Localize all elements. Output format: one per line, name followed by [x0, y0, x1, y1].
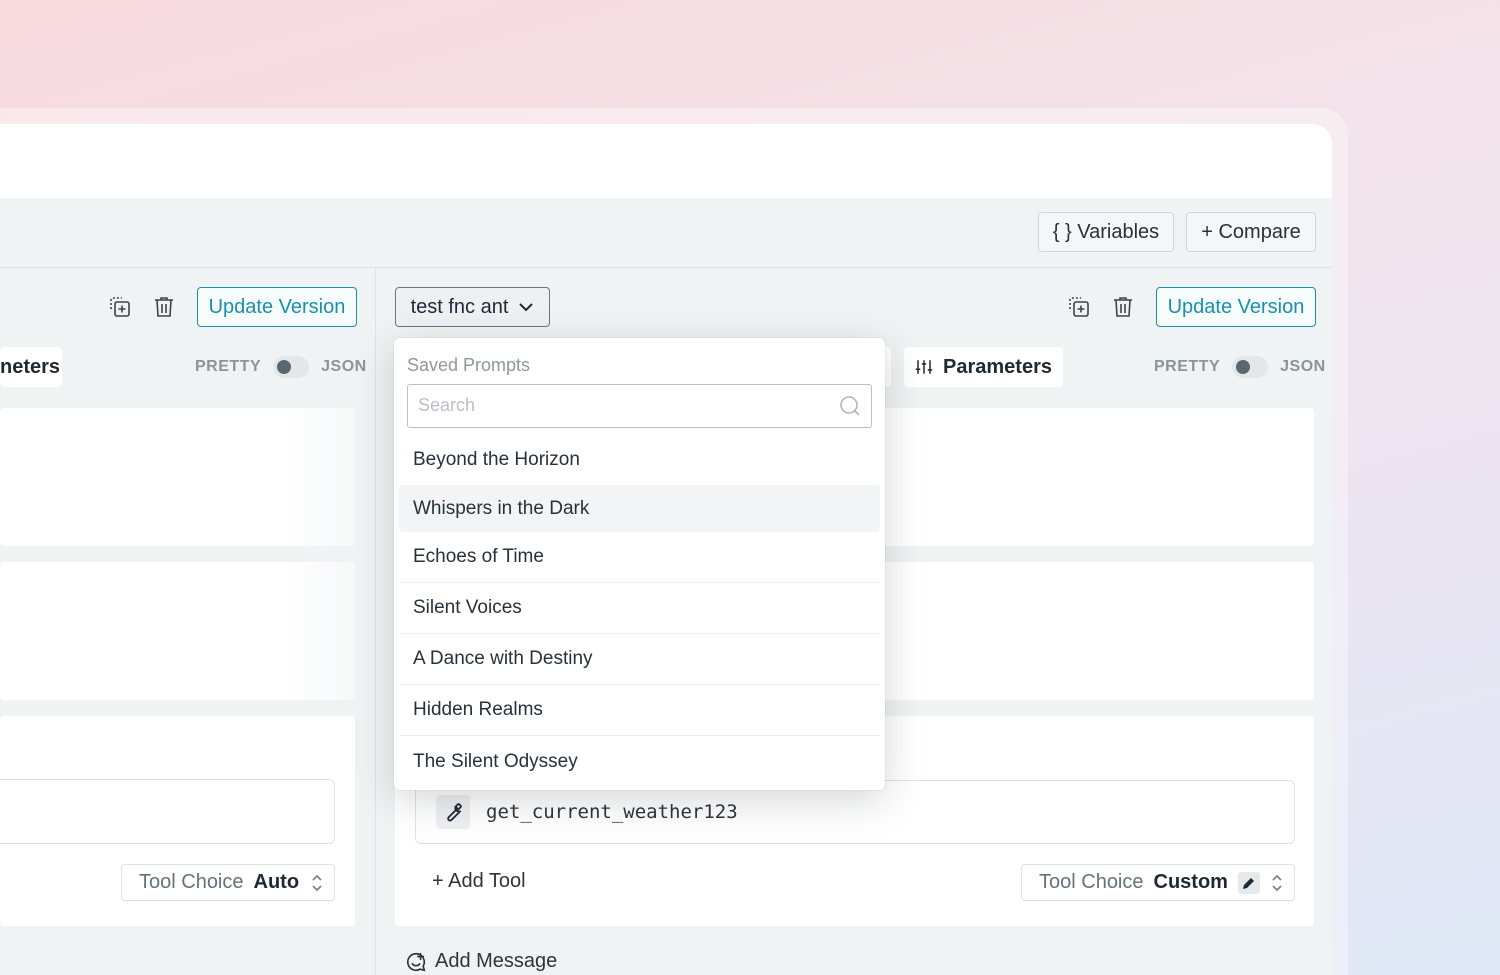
- menu-item-echoes-of-time[interactable]: Echoes of Time: [399, 533, 880, 580]
- chevron-down-icon: [519, 303, 534, 312]
- pretty-label: PRETTY: [1154, 358, 1221, 375]
- parameters-button-right[interactable]: Parameters: [904, 347, 1063, 387]
- tool-icon-box: [436, 795, 470, 829]
- search-field[interactable]: [407, 384, 872, 428]
- wrench-icon: [447, 803, 462, 822]
- menu-item-beyond-the-horizon[interactable]: Beyond the Horizon: [399, 436, 880, 483]
- add-message-button[interactable]: Add Message: [405, 950, 557, 973]
- message-card-2-left: [0, 562, 355, 700]
- window-header: [0, 124, 1332, 198]
- prompt-select-label: test fnc ant: [410, 295, 509, 318]
- menu-item-label: Whispers in the Dark: [413, 497, 590, 519]
- menu-divider: [399, 633, 880, 634]
- toolbar: { } Variables + Compare: [0, 198, 1332, 268]
- compare-button-label: + Compare: [1201, 220, 1301, 243]
- menu-item-silent-voices[interactable]: Silent Voices: [399, 584, 880, 631]
- parameters-label: Parameters: [943, 355, 1052, 378]
- json-label: JSON: [1280, 358, 1326, 375]
- delete-version-button[interactable]: [150, 293, 178, 321]
- dropdown-heading: Saved Prompts: [407, 355, 531, 375]
- menu-item-a-dance-with-destiny[interactable]: A Dance with Destiny: [399, 635, 880, 682]
- parameters-button-left[interactable]: neters: [0, 347, 62, 387]
- toggle-switch[interactable]: [273, 356, 310, 378]
- add-tool-button[interactable]: + Add Tool: [432, 870, 526, 893]
- update-version-button-right[interactable]: Update Version: [1156, 287, 1316, 327]
- copy-version-button[interactable]: [106, 293, 134, 321]
- menu-item-label: Echoes of Time: [413, 545, 544, 567]
- trash-icon: [1114, 297, 1132, 317]
- parameters-label: neters: [0, 355, 61, 378]
- pretty-label: PRETTY: [195, 358, 262, 375]
- pretty-json-toggle-right[interactable]: PRETTY JSON: [1154, 355, 1326, 379]
- menu-item-label: The Silent Odyssey: [413, 750, 578, 772]
- menu-divider: [399, 684, 880, 685]
- add-tool-label: + Add Tool: [432, 870, 526, 892]
- variables-button[interactable]: { } Variables: [1038, 212, 1174, 252]
- pretty-json-toggle-left[interactable]: PRETTY JSON: [195, 355, 367, 379]
- tool-choice-label: Tool Choice: [139, 871, 244, 893]
- menu-item-label: Beyond the Horizon: [413, 448, 580, 470]
- message-card-1-left: [0, 408, 355, 546]
- menu-item-label: Hidden Realms: [413, 698, 543, 720]
- menu-divider: [399, 735, 880, 736]
- update-version-button-left[interactable]: Update Version: [197, 287, 357, 327]
- prompt-select-button[interactable]: test fnc ant: [395, 287, 550, 327]
- menu-item-whispers-in-the-dark[interactable]: Whispers in the Dark: [399, 485, 880, 532]
- column-divider: [375, 269, 376, 975]
- copy-plus-icon: [110, 297, 130, 317]
- menu-item-label: A Dance with Destiny: [413, 647, 593, 669]
- compare-button[interactable]: + Compare: [1186, 212, 1316, 252]
- tool-choice-select-right[interactable]: Tool Choice Custom: [1021, 864, 1295, 901]
- saved-prompts-dropdown: Saved Prompts Beyond the Horizon Whisper…: [394, 338, 885, 790]
- sliders-icon: [915, 360, 933, 374]
- add-message-label: Add Message: [435, 950, 558, 972]
- tool-name: get_current_weather123: [486, 801, 738, 823]
- up-down-icon: [1272, 874, 1282, 891]
- tool-choice-select-left[interactable]: Tool Choice Auto: [121, 864, 335, 901]
- trash-icon: [155, 297, 173, 317]
- copy-version-button-right[interactable]: [1065, 293, 1093, 321]
- toggle-switch[interactable]: [1232, 356, 1269, 378]
- search-icon: [840, 396, 860, 416]
- delete-version-button-right[interactable]: [1109, 293, 1137, 321]
- copy-plus-icon: [1069, 297, 1089, 317]
- up-down-icon: [312, 874, 322, 891]
- search-input[interactable]: [418, 385, 818, 425]
- pencil-icon: [1242, 877, 1254, 889]
- variables-button-label: { } Variables: [1052, 220, 1160, 243]
- edit-tool-choice-button[interactable]: [1237, 871, 1260, 894]
- json-label: JSON: [321, 358, 367, 375]
- menu-item-the-silent-odyssey[interactable]: The Silent Odyssey: [399, 738, 880, 785]
- tool-choice-value: Custom: [1153, 871, 1228, 893]
- menu-item-hidden-realms[interactable]: Hidden Realms: [399, 686, 880, 733]
- menu-divider: [399, 582, 880, 583]
- tool-choice-value: Auto: [253, 871, 300, 893]
- update-version-label: Update Version: [1167, 295, 1305, 318]
- message-plus-icon: [406, 952, 426, 971]
- tool-choice-label: Tool Choice: [1039, 871, 1144, 893]
- menu-item-label: Silent Voices: [413, 596, 522, 618]
- tool-row-left[interactable]: [0, 779, 335, 844]
- update-version-label: Update Version: [208, 295, 346, 318]
